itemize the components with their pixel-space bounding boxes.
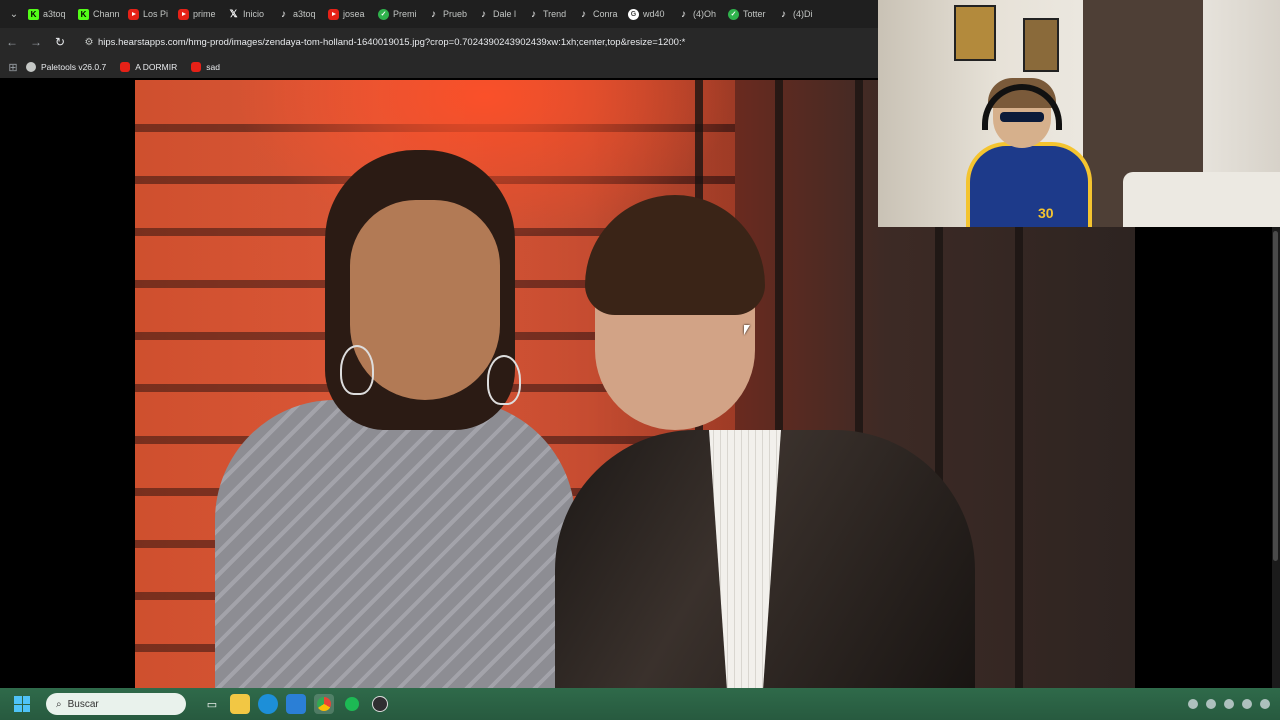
kick-icon: K <box>78 8 89 20</box>
tray-icon[interactable] <box>1224 699 1234 709</box>
tab-label: Los Pi <box>143 9 169 19</box>
spotify-icon[interactable] <box>342 694 362 714</box>
file-explorer-icon[interactable] <box>230 694 250 714</box>
tab-label: Dale l <box>493 9 517 19</box>
tab-label: Conra <box>593 9 618 19</box>
youtube-icon <box>178 8 189 20</box>
jersey-number: 30 <box>1038 205 1054 221</box>
browser-tab[interactable]: ♪ Prueb <box>428 4 472 24</box>
streamer-webcam: 30 <box>878 0 1280 227</box>
streamer-jersey <box>966 142 1092 227</box>
tab-label: (4)Oh <box>693 9 717 19</box>
tiktok-icon: ♪ <box>281 8 286 20</box>
tab-label: Premi <box>393 9 417 19</box>
bookmark-item[interactable]: sad <box>191 62 220 72</box>
tab-label: a3toq <box>43 9 66 19</box>
system-tray <box>1188 699 1270 709</box>
woman-sequined-blazer <box>215 400 575 688</box>
tiktok-icon: ♪ <box>581 8 586 20</box>
windows-start-icon[interactable] <box>14 696 30 712</box>
tab-label: Inicio <box>243 9 265 19</box>
tray-icon[interactable] <box>1188 699 1198 709</box>
tab-label: Totter <box>743 9 766 19</box>
browser-tab[interactable]: ♪ Dale l <box>478 4 522 24</box>
tiktok-icon: ♪ <box>781 8 786 20</box>
search-icon: ⌕ <box>56 698 62 710</box>
scrollbar-thumb[interactable] <box>1273 231 1278 561</box>
browser-tab[interactable]: ✓ Premi <box>378 4 422 24</box>
tab-label: josea <box>343 9 365 19</box>
browser-tab[interactable]: prime <box>178 4 222 24</box>
tray-icon[interactable] <box>1260 699 1270 709</box>
tray-icon[interactable] <box>1206 699 1216 709</box>
chrome-icon: G <box>628 8 639 20</box>
url-text[interactable]: hips.hearstapps.com/hmg-prod/images/zend… <box>98 37 685 48</box>
earring <box>340 345 374 395</box>
browser-tab[interactable]: ♪ Conra <box>578 4 622 24</box>
task-view-icon[interactable]: ▭ <box>202 694 222 714</box>
address-bar[interactable]: ⚙ hips.hearstapps.com/hmg-prod/images/ze… <box>80 31 880 53</box>
back-arrow-icon[interactable]: ← <box>0 30 24 54</box>
browser-tab[interactable]: 𝕏 Inicio <box>228 4 272 24</box>
browser-tab[interactable]: K Chann <box>78 4 122 24</box>
tab-label: Trend <box>543 9 567 19</box>
tab-label: (4)Di <box>793 9 813 19</box>
browser-tab[interactable]: ✓ Totter <box>728 4 772 24</box>
obs-icon[interactable] <box>370 694 390 714</box>
bookmark-label: sad <box>206 62 220 72</box>
browser-tab[interactable]: josea <box>328 4 372 24</box>
chrome-icon[interactable] <box>314 694 334 714</box>
tiktok-icon: ♪ <box>531 8 536 20</box>
tab-label: prime <box>193 9 216 19</box>
green-circle-icon: ✓ <box>378 8 389 20</box>
bed <box>1123 172 1280 227</box>
tiktok-icon: ♪ <box>431 8 436 20</box>
kick-icon: K <box>28 8 39 20</box>
sunglasses <box>1000 112 1044 122</box>
edge-icon[interactable] <box>258 694 278 714</box>
tab-search-dropdown-icon[interactable]: ⌄ <box>0 0 28 28</box>
tiktok-icon: ♪ <box>481 8 486 20</box>
site-info-icon[interactable]: ⚙ <box>80 37 98 48</box>
earring <box>487 355 521 405</box>
x-icon: 𝕏 <box>229 8 238 20</box>
bookmark-label: A DORMIR <box>135 62 178 72</box>
store-icon[interactable] <box>286 694 306 714</box>
wall-poster <box>1023 18 1059 72</box>
youtube-icon <box>328 8 339 20</box>
green-circle-icon: ✓ <box>728 8 739 20</box>
youtube-icon <box>128 8 139 20</box>
tab-label: Prueb <box>443 9 468 19</box>
browser-tab[interactable]: ♪ (4)Di <box>778 4 822 24</box>
globe-icon <box>26 62 36 72</box>
tiktok-icon: ♪ <box>681 8 686 20</box>
tab-label: Chann <box>93 9 120 19</box>
search-placeholder: Buscar <box>67 698 99 710</box>
browser-tab[interactable]: ♪ a3toq <box>278 4 322 24</box>
wall-poster <box>954 5 996 61</box>
bookmark-item[interactable]: A DORMIR <box>120 62 177 72</box>
mouse-cursor-icon <box>744 325 750 335</box>
browser-tab[interactable]: ♪ (4)Oh <box>678 4 722 24</box>
tab-label: a3toq <box>293 9 316 19</box>
reload-icon[interactable]: ↻ <box>48 30 72 54</box>
bookmark-label: Paletools v26.0.7 <box>41 62 107 72</box>
apps-grid-icon[interactable]: ⊞ <box>0 55 26 79</box>
page-scrollbar[interactable] <box>1272 227 1280 688</box>
browser-tab[interactable]: ♪ Trend <box>528 4 572 24</box>
taskbar-search[interactable]: ⌕ Buscar <box>46 693 186 715</box>
youtube-icon <box>191 62 202 72</box>
browser-tab[interactable]: Los Pi <box>128 4 172 24</box>
tray-icon[interactable] <box>1242 699 1252 709</box>
browser-tab[interactable]: Gwd40 <box>628 4 672 24</box>
youtube-icon <box>120 62 131 72</box>
windows-taskbar: ⌕ Buscar ▭ <box>0 688 1280 720</box>
bookmark-item[interactable]: Paletools v26.0.7 <box>26 62 106 72</box>
browser-tab[interactable]: Ka3toq <box>28 4 72 24</box>
tab-label: wd40 <box>643 9 665 19</box>
forward-arrow-icon[interactable]: → <box>24 30 48 54</box>
